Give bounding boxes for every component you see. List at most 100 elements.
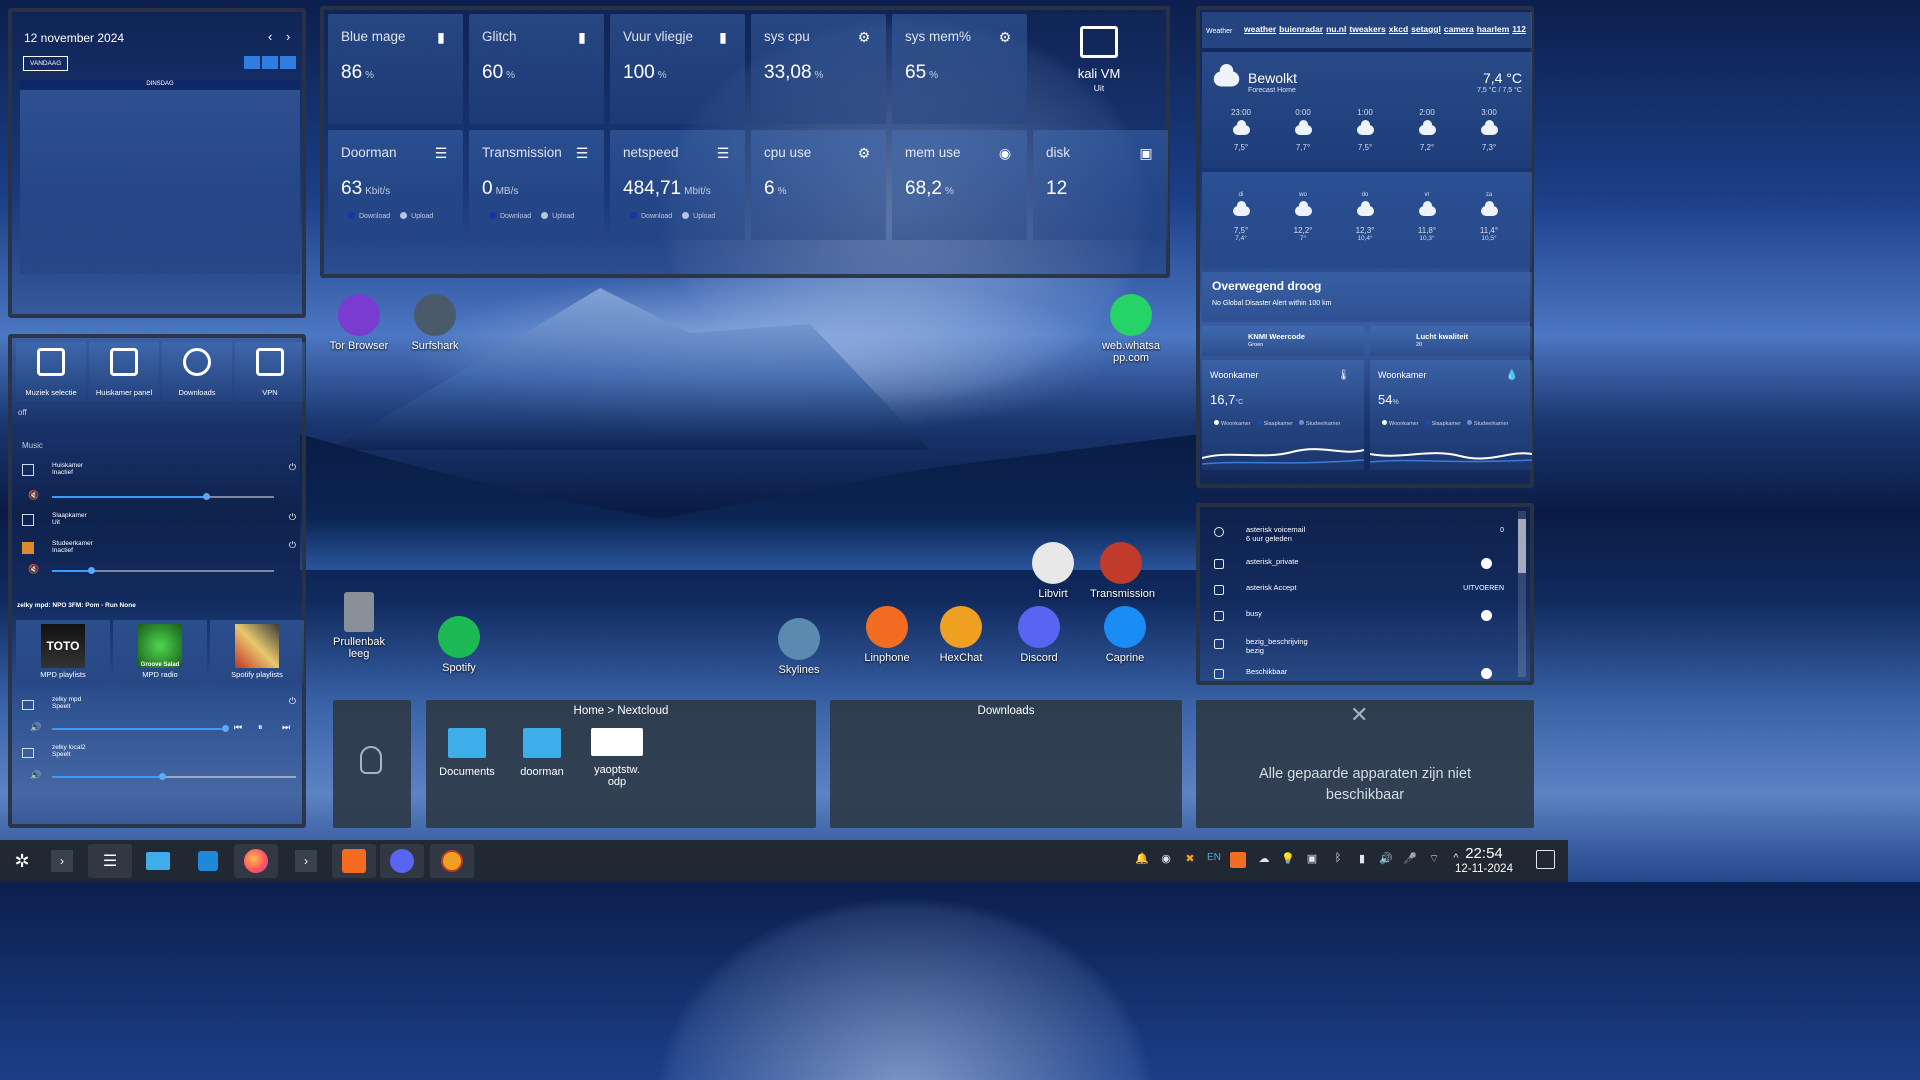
file-item[interactable]: doorman	[509, 728, 575, 778]
stat-card[interactable]: netspeed 484,71 Mbit/s ☰ Download Upload	[610, 130, 745, 240]
shortcut-button[interactable]: Downloads	[162, 342, 232, 402]
linphone-task[interactable]	[332, 844, 376, 878]
show-desktop-button[interactable]	[1536, 850, 1555, 869]
power-icon[interactable]: ⏻	[289, 462, 296, 473]
file-item[interactable]: Documents	[434, 728, 500, 778]
shortcut-button[interactable]: Huiskamer panel	[89, 342, 159, 402]
scrollbar[interactable]	[1518, 511, 1526, 677]
stat-card[interactable]: Glitch 60% ▮	[469, 14, 604, 124]
file-item[interactable]: yaoptstw. odp	[584, 728, 650, 788]
calendar-grid[interactable]	[20, 90, 300, 274]
desktop-icon[interactable]: Skylines	[768, 618, 830, 676]
playlist-card[interactable]: Spotify playlists	[210, 620, 304, 684]
desktop-icon[interactable]: Surfshark	[404, 294, 466, 352]
mute-icon[interactable]: 🔇	[28, 564, 39, 575]
stat-card[interactable]: Vuur vliegje 100% ▮	[610, 14, 745, 124]
desktop-icon[interactable]: Tor Browser	[328, 294, 390, 352]
mute-icon[interactable]: 🔊	[30, 722, 41, 733]
clock-time[interactable]: 22:54	[1450, 845, 1518, 862]
toggle-switch[interactable]	[1481, 610, 1492, 621]
file-manager-task[interactable]	[136, 844, 180, 878]
weather-link[interactable]: haarlem	[1477, 24, 1510, 34]
stat-card[interactable]: Doorman 63 Kbit/s ☰ Download Upload	[328, 130, 463, 240]
temperature-sensor-card[interactable]: Woonkamer 🌡 16,7°C Woonkamer Slaapkamer St…	[1202, 360, 1364, 470]
firefox-task[interactable]	[234, 844, 278, 878]
settings-task[interactable]: ☰	[88, 844, 132, 878]
lightbulb-widget[interactable]	[333, 700, 411, 828]
calendar-next-button[interactable]: ›	[286, 29, 290, 44]
calendar-view-switch[interactable]	[244, 56, 296, 69]
desktop-icon[interactable]: web.whatsa pp.com	[1098, 294, 1164, 364]
mute-icon[interactable]: 🔇	[28, 490, 39, 501]
terminal-task-2[interactable]: ›	[284, 844, 328, 878]
pause-icon[interactable]: ⏸	[258, 722, 263, 733]
desktop-icon[interactable]: Caprine	[1094, 606, 1156, 664]
weather-link[interactable]: buienradar	[1279, 24, 1323, 34]
hexchat-tray-icon[interactable]: ✖	[1182, 852, 1198, 868]
terminal-task[interactable]: ›	[40, 844, 84, 878]
playlist-card[interactable]: TOTO MPD playlists	[16, 620, 110, 684]
media-player-row[interactable]: Huiskamer Inactief ⏻ 🔇	[18, 462, 298, 502]
hexchat-task[interactable]	[430, 844, 474, 878]
battery-tray-icon[interactable]: ▮	[1354, 852, 1370, 868]
stat-card[interactable]: sys cpu 33,08% ⚙	[751, 14, 886, 124]
weather-link[interactable]: 112	[1512, 24, 1526, 34]
desktop-icon[interactable]: Linphone	[856, 606, 918, 664]
volume-slider[interactable]	[52, 493, 274, 500]
desktop-icon[interactable]: Spotify	[428, 616, 490, 674]
power-icon[interactable]: ⏻	[289, 512, 296, 523]
automation-row[interactable]: busy	[1210, 609, 1510, 633]
automation-row[interactable]: Beschikbaar	[1210, 667, 1510, 691]
power-icon[interactable]: ⏻	[289, 696, 296, 707]
stat-card[interactable]: Blue mage 86% ▮	[328, 14, 463, 124]
volume-slider[interactable]	[52, 567, 274, 574]
desktop-icon[interactable]: Transmission	[1090, 542, 1155, 600]
automation-row[interactable]: asterisk_private	[1210, 557, 1510, 581]
media-player-row[interactable]: zelky mpd Speelt 🔊 ⏮ ⏸ ⏭ ⏻	[18, 696, 298, 740]
automation-row[interactable]: asterisk voicemail 6 uur geleden 0	[1210, 525, 1510, 549]
automation-value[interactable]: 0	[1500, 527, 1504, 534]
keyboard-layout[interactable]: EN	[1206, 852, 1222, 868]
stat-card[interactable]: sys mem% 65% ⚙	[892, 14, 1027, 124]
bluetooth-icon[interactable]: ᛒ	[1330, 852, 1346, 868]
playlist-card[interactable]: Groove Salad MPD radio	[113, 620, 207, 684]
stat-card[interactable]: cpu use 6% ⚙	[751, 130, 886, 240]
air-quality-card[interactable]: Lucht kwaliteit 20	[1370, 326, 1532, 356]
media-player-row[interactable]: Studeerkamer Inactief ⏻ 🔇	[18, 540, 298, 580]
stat-card[interactable]: mem use 68,2% ◉	[892, 130, 1027, 240]
lightbulb-tray-icon[interactable]: 💡	[1280, 852, 1296, 868]
volume-slider[interactable]	[52, 725, 229, 732]
weather-link[interactable]: tweakers	[1349, 24, 1385, 34]
humidity-sensor-card[interactable]: Woonkamer 💧 54% Woonkamer Slaapkamer Stude…	[1370, 360, 1532, 470]
volume-slider[interactable]	[52, 773, 296, 780]
automation-value[interactable]: UITVOEREN	[1463, 585, 1504, 592]
discord-tray-icon[interactable]: ◉	[1158, 852, 1174, 868]
shortcut-button[interactable]: VPN	[235, 342, 305, 402]
clock-date[interactable]: 12-11-2024	[1450, 863, 1518, 875]
automation-row[interactable]: asterisk Accept UITVOEREN	[1210, 583, 1510, 607]
previous-icon[interactable]: ⏮	[234, 722, 242, 733]
next-icon[interactable]: ⏭	[282, 722, 290, 733]
calendar-prev-button[interactable]: ‹	[268, 29, 272, 44]
shortcut-button[interactable]: Muziek selectie	[16, 342, 86, 402]
knmi-card[interactable]: KNMI Weercode Groen	[1202, 326, 1364, 356]
weather-link[interactable]: nu.nl	[1326, 24, 1346, 34]
weather-link[interactable]: setaggl	[1411, 24, 1441, 34]
desktop-icon[interactable]: Discord	[1008, 606, 1070, 664]
media-player-row[interactable]: zelky local2 Speelt 🔊	[18, 744, 298, 788]
stat-card[interactable]: disk 12 ▣	[1033, 130, 1168, 240]
toggle-switch[interactable]	[1481, 668, 1492, 679]
linphone-tray-icon[interactable]	[1230, 852, 1246, 868]
toggle-switch[interactable]	[1481, 558, 1492, 569]
automation-row[interactable]: bezig_beschrijving bezig	[1210, 637, 1510, 661]
mute-icon[interactable]: 🔊	[30, 770, 41, 781]
store-task[interactable]	[186, 844, 230, 878]
desktop-icon[interactable]: HexChat	[930, 606, 992, 664]
power-icon[interactable]: ⏻	[289, 540, 296, 551]
weather-link[interactable]: xkcd	[1389, 24, 1408, 34]
discord-task[interactable]	[380, 844, 424, 878]
stat-card[interactable]: Transmission 0 MB/s ☰ Download Upload	[469, 130, 604, 240]
nextcloud-icon[interactable]: ☁	[1256, 852, 1272, 868]
microphone-icon[interactable]: 🎤	[1402, 852, 1418, 868]
weather-link[interactable]: camera	[1444, 24, 1474, 34]
